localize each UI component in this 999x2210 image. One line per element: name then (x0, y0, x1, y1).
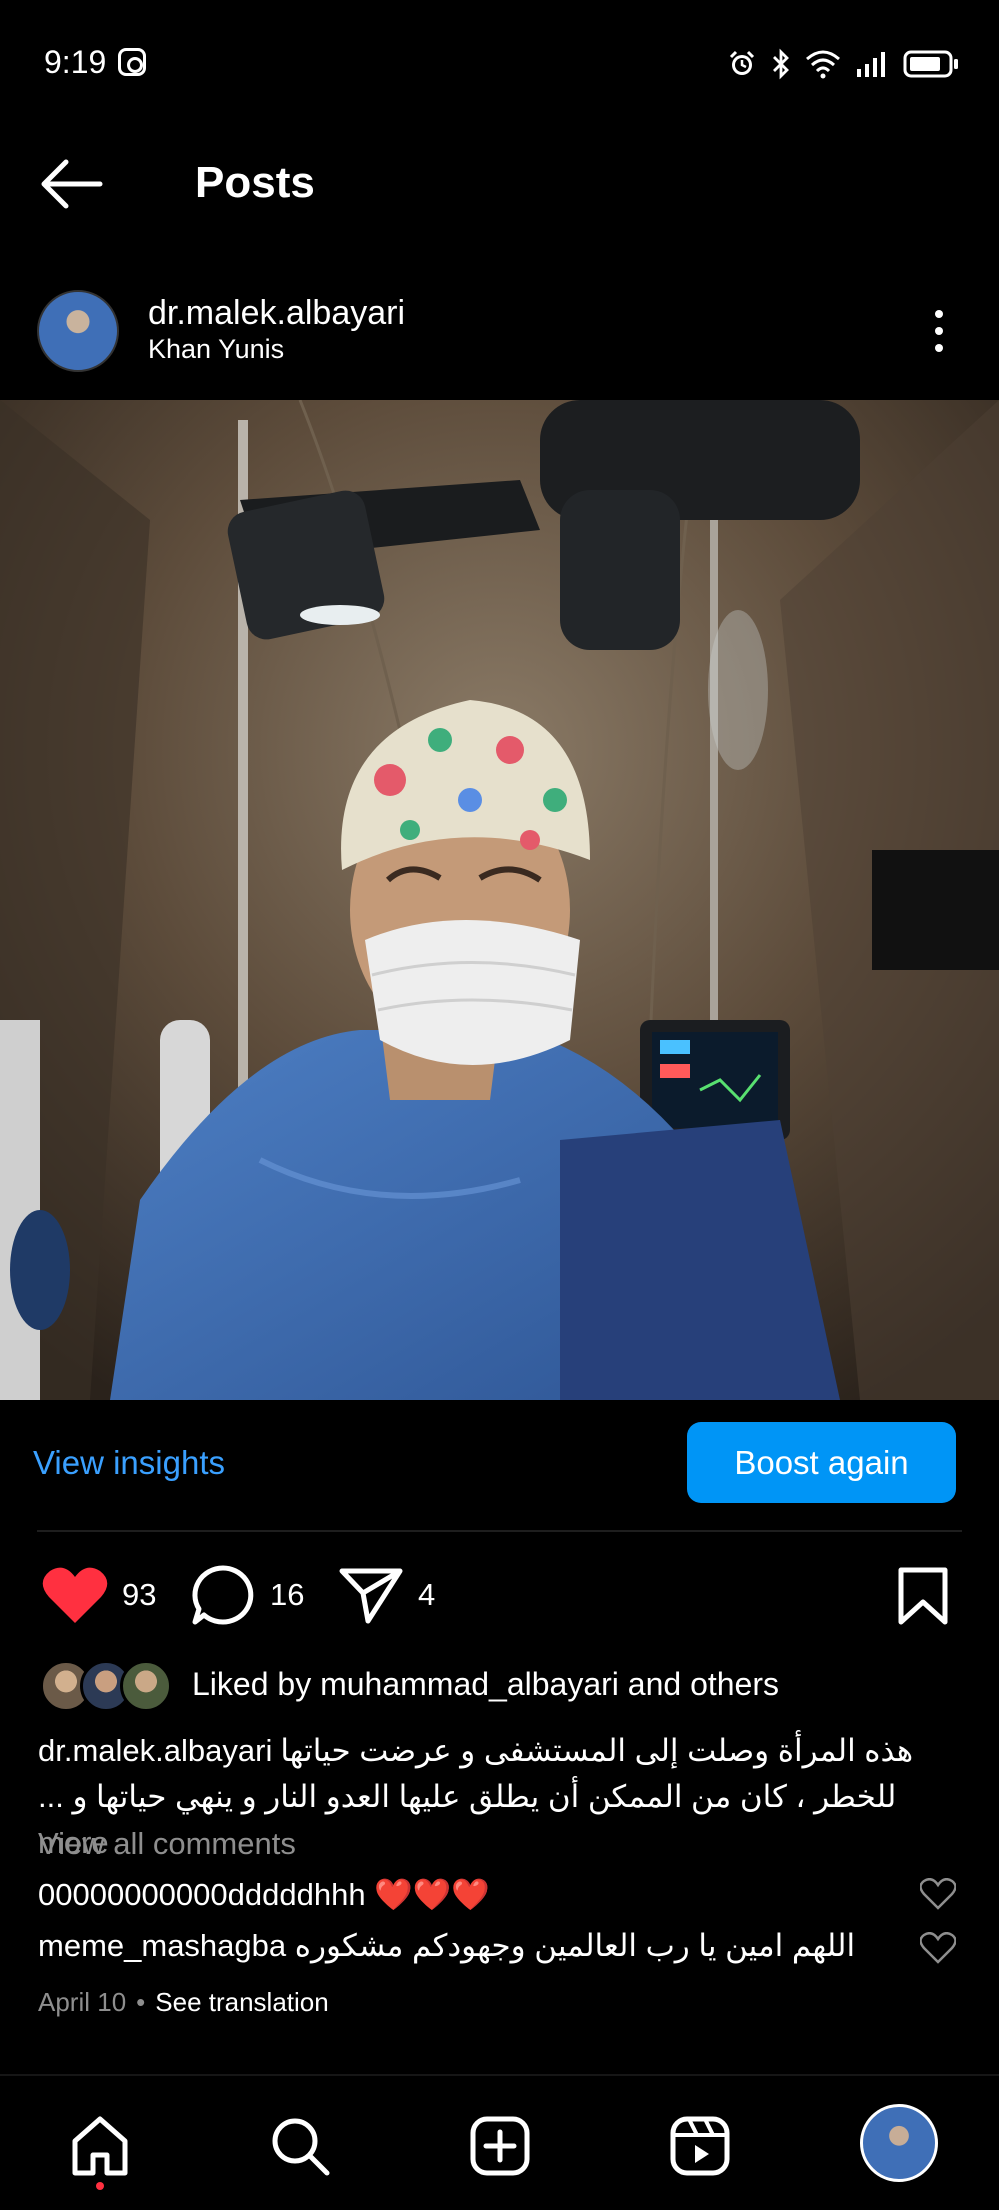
share-count: 4 (418, 1577, 436, 1612)
comment-action[interactable]: 16 (190, 1560, 304, 1630)
comment-username[interactable]: meme_mashagba (38, 1928, 286, 1963)
comment-username[interactable]: 00000000000dddddhhh (38, 1877, 366, 1912)
divider (37, 1530, 962, 1532)
send-paper-plane-icon[interactable] (338, 1565, 404, 1625)
caption-line-2: للخطر ، كان من الممكن أن يطلق عليها العد… (38, 1779, 897, 1814)
page-title: Posts (195, 158, 315, 207)
liker-avatar (120, 1660, 172, 1712)
search-icon[interactable] (269, 2115, 331, 2177)
post-meta: April 10 • See translation (38, 1987, 329, 2018)
status-time: 9:19 (44, 44, 107, 80)
comment-item: 00000000000dddddhhh ❤️❤️❤️ (38, 1876, 490, 1913)
nav-reels[interactable] (668, 2114, 732, 2178)
comment-count: 16 (270, 1577, 305, 1612)
back-arrow-icon[interactable] (38, 156, 108, 212)
nav-home[interactable] (68, 2114, 132, 2178)
view-all-comments-link[interactable]: View all comments (38, 1826, 296, 1862)
heart-filled-icon[interactable] (42, 1565, 108, 1625)
comment-bubble-icon[interactable] (190, 1564, 256, 1626)
view-insights-link[interactable]: View insights (33, 1444, 225, 1482)
bluetooth-icon (773, 48, 789, 80)
comment-like-icon[interactable] (920, 1932, 956, 1964)
comment-text: اللهم امين يا رب العالمين وجهودكم مشكوره (294, 1928, 856, 1963)
bottom-navigation (0, 2074, 999, 2210)
nav-profile-avatar[interactable] (860, 2104, 938, 2182)
battery-icon (903, 50, 958, 78)
more-options-icon[interactable] (921, 306, 957, 356)
post-photo[interactable] (0, 400, 999, 1400)
nav-create[interactable] (468, 2114, 532, 2178)
home-notification-dot (96, 2182, 104, 2190)
liked-by-prefix: Liked by (192, 1666, 321, 1702)
caption-line-1: هذه المرأة وصلت إلى المستشفى و عرضت حيات… (280, 1733, 914, 1768)
like-count: 93 (122, 1577, 157, 1612)
create-post-icon[interactable] (469, 2115, 531, 2177)
meta-separator: • (136, 1987, 146, 2017)
post-date: April 10 (38, 1987, 127, 2017)
share-action[interactable]: 4 (338, 1560, 435, 1630)
liked-by-text[interactable]: Liked by muhammad_albayari and others (192, 1666, 779, 1703)
bookmark-icon[interactable] (895, 1566, 951, 1626)
reels-icon[interactable] (669, 2115, 731, 2177)
author-avatar[interactable] (37, 290, 119, 372)
nav-search[interactable] (268, 2114, 332, 2178)
like-action[interactable]: 93 (42, 1560, 156, 1630)
alarm-icon (729, 50, 755, 75)
liked-by-user[interactable]: muhammad_albayari (320, 1666, 619, 1702)
comment-like-icon[interactable] (920, 1878, 956, 1910)
instagram-notification-icon (118, 48, 146, 76)
caption-username[interactable]: dr.malek.albayari (38, 1733, 272, 1768)
see-translation-link[interactable]: See translation (155, 1987, 328, 2017)
post-author-username[interactable]: dr.malek.albayari (148, 294, 405, 333)
post-location[interactable]: Khan Yunis (148, 334, 284, 365)
home-icon[interactable] (69, 2115, 131, 2177)
status-bar: 9:19 (0, 0, 999, 128)
signal-icon (857, 52, 885, 77)
liked-by-suffix: and others (618, 1666, 779, 1702)
boost-again-button[interactable]: Boost again (687, 1422, 956, 1503)
status-icons (727, 44, 959, 84)
comment-item: meme_mashagba اللهم امين يا رب العالمين … (38, 1928, 855, 1964)
comment-text: ❤️❤️❤️ (374, 1877, 490, 1912)
wifi-icon (806, 50, 840, 79)
liked-by-avatars[interactable] (40, 1660, 172, 1712)
